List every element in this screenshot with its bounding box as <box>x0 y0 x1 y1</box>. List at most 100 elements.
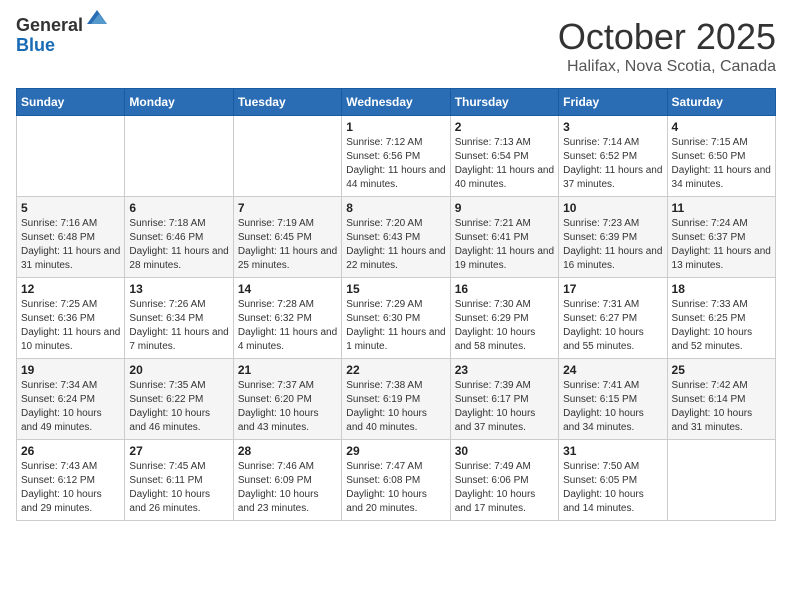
day-info: Sunrise: 7:14 AM Sunset: 6:52 PM Dayligh… <box>563 136 662 192</box>
calendar-table: Sunday Monday Tuesday Wednesday Thursday… <box>16 88 776 521</box>
day-number: 1 <box>346 120 445 134</box>
logo: General Blue <box>16 16 109 56</box>
table-row: 2Sunrise: 7:13 AM Sunset: 6:54 PM Daylig… <box>450 116 558 197</box>
table-row: 17 Sunrise: 7:31 AM Sunset: 6:27 PM Dayli… <box>559 278 667 359</box>
table-row: 22 Sunrise: 7:38 AM Sunset: 6:19 PM Dayli… <box>342 359 450 440</box>
table-row: 19 Sunrise: 7:34 AM Sunset: 6:24 PM Dayli… <box>17 359 125 440</box>
day-info: Sunrise: 7:31 AM Sunset: 6:27 PM Dayligh… <box>563 298 662 354</box>
day-info: Sunrise: 7:21 AM Sunset: 6:41 PM Dayligh… <box>455 217 554 273</box>
day-info: Sunrise: 7:43 AM Sunset: 6:12 PM Dayligh… <box>21 460 120 516</box>
table-row <box>17 116 125 197</box>
table-row <box>233 116 341 197</box>
day-number: 14 <box>238 282 337 296</box>
day-number: 18 <box>672 282 771 296</box>
table-row: 23Sunrise: 7:39 AM Sunset: 6:17 PM Dayli… <box>450 359 558 440</box>
day-info: Sunrise: 7:34 AM Sunset: 6:24 PM Dayligh… <box>21 379 120 435</box>
day-number: 31 <box>563 444 662 458</box>
day-number: 21 <box>238 363 337 377</box>
table-row: 24 Sunrise: 7:41 AM Sunset: 6:15 PM Dayli… <box>559 359 667 440</box>
day-number: 7 <box>238 201 337 215</box>
day-info: Sunrise: 7:30 AM Sunset: 6:29 PM Dayligh… <box>455 298 554 354</box>
day-info: Sunrise: 7:16 AM Sunset: 6:48 PM Dayligh… <box>21 217 120 273</box>
day-number: 17 <box>563 282 662 296</box>
day-info: Sunrise: 7:20 AM Sunset: 6:43 PM Dayligh… <box>346 217 445 273</box>
header-saturday: Saturday <box>667 89 775 116</box>
table-row: 27 Sunrise: 7:45 AM Sunset: 6:11 PM Dayli… <box>125 440 233 521</box>
day-number: 16 <box>455 282 554 296</box>
day-number: 11 <box>672 201 771 215</box>
day-info: Sunrise: 7:38 AM Sunset: 6:19 PM Dayligh… <box>346 379 445 435</box>
week-row-4: 26 Sunrise: 7:43 AM Sunset: 6:12 PM Dayli… <box>17 440 776 521</box>
day-info: Sunrise: 7:15 AM Sunset: 6:50 PM Dayligh… <box>672 136 771 192</box>
table-row: 25Sunrise: 7:42 AM Sunset: 6:14 PM Dayli… <box>667 359 775 440</box>
table-row <box>667 440 775 521</box>
day-number: 12 <box>21 282 120 296</box>
day-info: Sunrise: 7:50 AM Sunset: 6:05 PM Dayligh… <box>563 460 662 516</box>
day-number: 5 <box>21 201 120 215</box>
table-row: 14 Sunrise: 7:28 AM Sunset: 6:32 PM Dayli… <box>233 278 341 359</box>
logo-general-text: General <box>16 16 83 36</box>
day-number: 19 <box>21 363 120 377</box>
day-number: 28 <box>238 444 337 458</box>
table-row: 11 Sunrise: 7:24 AM Sunset: 6:37 PM Dayli… <box>667 197 775 278</box>
day-info: Sunrise: 7:28 AM Sunset: 6:32 PM Dayligh… <box>238 298 337 354</box>
day-number: 15 <box>346 282 445 296</box>
table-row: 1 Sunrise: 7:12 AM Sunset: 6:56 PM Daylig… <box>342 116 450 197</box>
table-row: 10Sunrise: 7:23 AM Sunset: 6:39 PM Dayli… <box>559 197 667 278</box>
day-info: Sunrise: 7:18 AM Sunset: 6:46 PM Dayligh… <box>129 217 228 273</box>
day-info: Sunrise: 7:41 AM Sunset: 6:15 PM Dayligh… <box>563 379 662 435</box>
day-number: 29 <box>346 444 445 458</box>
day-info: Sunrise: 7:26 AM Sunset: 6:34 PM Dayligh… <box>129 298 228 354</box>
calendar-header-row: Sunday Monday Tuesday Wednesday Thursday… <box>17 89 776 116</box>
day-info: Sunrise: 7:24 AM Sunset: 6:37 PM Dayligh… <box>672 217 771 273</box>
day-info: Sunrise: 7:12 AM Sunset: 6:56 PM Dayligh… <box>346 136 445 192</box>
month-title: October 2025 <box>558 16 776 58</box>
table-row: 8 Sunrise: 7:20 AM Sunset: 6:43 PM Daylig… <box>342 197 450 278</box>
table-row: 20 Sunrise: 7:35 AM Sunset: 6:22 PM Dayli… <box>125 359 233 440</box>
day-number: 27 <box>129 444 228 458</box>
week-row-3: 19 Sunrise: 7:34 AM Sunset: 6:24 PM Dayli… <box>17 359 776 440</box>
day-info: Sunrise: 7:42 AM Sunset: 6:14 PM Dayligh… <box>672 379 771 435</box>
table-row: 31 Sunrise: 7:50 AM Sunset: 6:05 PM Dayli… <box>559 440 667 521</box>
day-number: 13 <box>129 282 228 296</box>
day-info: Sunrise: 7:33 AM Sunset: 6:25 PM Dayligh… <box>672 298 771 354</box>
header: General Blue October 2025 Halifax, Nova … <box>16 16 776 76</box>
day-info: Sunrise: 7:49 AM Sunset: 6:06 PM Dayligh… <box>455 460 554 516</box>
table-row: 30 Sunrise: 7:49 AM Sunset: 6:06 PM Dayli… <box>450 440 558 521</box>
table-row: 29 Sunrise: 7:47 AM Sunset: 6:08 PM Dayli… <box>342 440 450 521</box>
day-number: 24 <box>563 363 662 377</box>
day-info: Sunrise: 7:35 AM Sunset: 6:22 PM Dayligh… <box>129 379 228 435</box>
day-number: 6 <box>129 201 228 215</box>
day-number: 10 <box>563 201 662 215</box>
header-wednesday: Wednesday <box>342 89 450 116</box>
day-number: 26 <box>21 444 120 458</box>
logo-icon <box>85 6 109 30</box>
header-tuesday: Tuesday <box>233 89 341 116</box>
header-monday: Monday <box>125 89 233 116</box>
location-subtitle: Halifax, Nova Scotia, Canada <box>558 58 776 76</box>
table-row: 16 Sunrise: 7:30 AM Sunset: 6:29 PM Dayli… <box>450 278 558 359</box>
table-row: 18 Sunrise: 7:33 AM Sunset: 6:25 PM Dayli… <box>667 278 775 359</box>
day-info: Sunrise: 7:25 AM Sunset: 6:36 PM Dayligh… <box>21 298 120 354</box>
day-number: 30 <box>455 444 554 458</box>
table-row: 26 Sunrise: 7:43 AM Sunset: 6:12 PM Dayli… <box>17 440 125 521</box>
day-number: 8 <box>346 201 445 215</box>
logo-blue-text: Blue <box>16 36 83 56</box>
day-number: 22 <box>346 363 445 377</box>
day-info: Sunrise: 7:29 AM Sunset: 6:30 PM Dayligh… <box>346 298 445 354</box>
table-row <box>125 116 233 197</box>
table-row: 4Sunrise: 7:15 AM Sunset: 6:50 PM Daylig… <box>667 116 775 197</box>
week-row-1: 5 Sunrise: 7:16 AM Sunset: 6:48 PM Daylig… <box>17 197 776 278</box>
header-friday: Friday <box>559 89 667 116</box>
day-info: Sunrise: 7:37 AM Sunset: 6:20 PM Dayligh… <box>238 379 337 435</box>
header-sunday: Sunday <box>17 89 125 116</box>
week-row-2: 12 Sunrise: 7:25 AM Sunset: 6:36 PM Dayli… <box>17 278 776 359</box>
header-thursday: Thursday <box>450 89 558 116</box>
day-info: Sunrise: 7:47 AM Sunset: 6:08 PM Dayligh… <box>346 460 445 516</box>
day-number: 23 <box>455 363 554 377</box>
week-row-0: 1 Sunrise: 7:12 AM Sunset: 6:56 PM Daylig… <box>17 116 776 197</box>
table-row: 21 Sunrise: 7:37 AM Sunset: 6:20 PM Dayli… <box>233 359 341 440</box>
day-info: Sunrise: 7:19 AM Sunset: 6:45 PM Dayligh… <box>238 217 337 273</box>
day-number: 20 <box>129 363 228 377</box>
day-info: Sunrise: 7:45 AM Sunset: 6:11 PM Dayligh… <box>129 460 228 516</box>
